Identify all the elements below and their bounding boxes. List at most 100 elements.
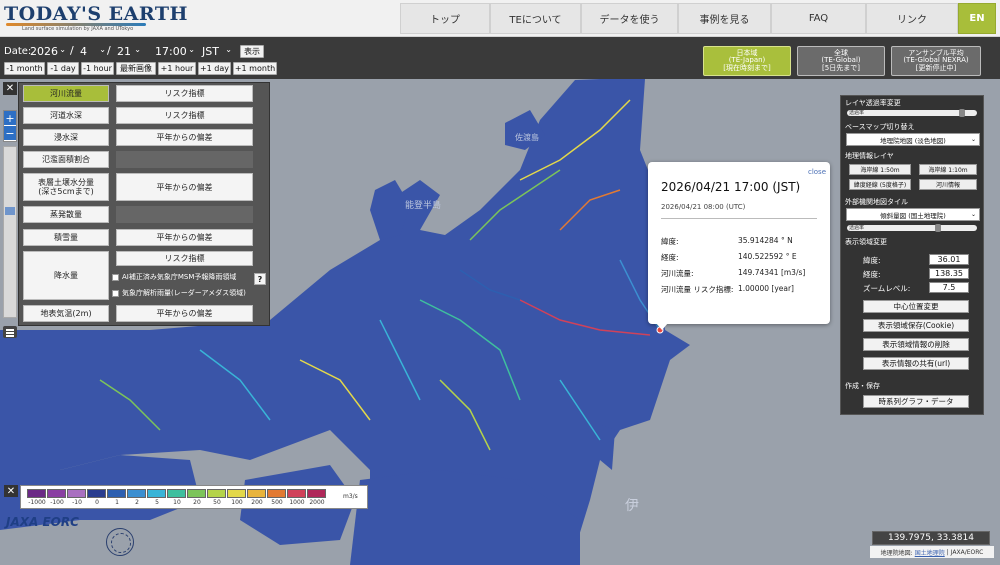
popup-lon-label: 経度: bbox=[661, 253, 679, 262]
latest-image-button[interactable]: 最新画像 bbox=[116, 62, 156, 75]
timeseries-button[interactable]: 時系列グラフ・データ bbox=[863, 395, 969, 408]
settings-panel: レイヤ透過率変更 透過率 ベースマップ切り替え 地理院地図 (淡色地図) ⌄ 地理… bbox=[840, 95, 984, 415]
date-toolbar: Date: 2026 ⌄ / 4 ⌄ / 21 ⌄ 17:00 ⌄ JST ⌄ 表示 -1… bbox=[0, 37, 1000, 79]
coastline-50m-button[interactable]: 海岸線 1:50m bbox=[849, 164, 911, 175]
legend-close-button[interactable]: ✕ bbox=[4, 485, 18, 497]
popup-flow-value: 149.74341 [m3/s] bbox=[738, 268, 806, 277]
model-te-japan-line3: [現在時刻まで] bbox=[723, 63, 771, 72]
legend-color-box bbox=[127, 489, 146, 498]
nav-about-te[interactable]: TEについて bbox=[490, 3, 581, 34]
layer-snow[interactable]: 積雪量 bbox=[23, 229, 109, 246]
ext-tile-opacity-knob[interactable] bbox=[935, 224, 941, 232]
checkbox-radar-amedas[interactable]: 気象庁解析雨量(レーダーアメダス領域) bbox=[112, 288, 246, 298]
day-select[interactable]: 21 ⌄ bbox=[114, 43, 144, 59]
month-select[interactable]: 4 ⌄ bbox=[77, 43, 109, 59]
layer-opacity-slider-label: 透過率 bbox=[849, 110, 865, 116]
layer-opacity-knob[interactable] bbox=[959, 109, 965, 117]
center-change-button[interactable]: 中心位置変更 bbox=[863, 300, 969, 313]
region-lon-input[interactable]: 138.35 bbox=[929, 268, 969, 279]
zoom-slider-thumb[interactable] bbox=[5, 207, 15, 215]
basemap-select[interactable]: 地理院地図 (淡色地図) ⌄ bbox=[846, 133, 980, 146]
layer-precipitation[interactable]: 降水量 bbox=[23, 251, 109, 300]
ext-tile-opacity-slider[interactable]: 透過率 bbox=[847, 224, 977, 232]
checkbox-msm-box[interactable] bbox=[112, 273, 119, 281]
attribution-gsi-link[interactable]: 国土地理院 bbox=[915, 548, 945, 557]
nav-use-data[interactable]: データを使う bbox=[581, 3, 678, 34]
nav-examples[interactable]: 事例を見る bbox=[678, 3, 771, 34]
nav-links[interactable]: リンク bbox=[866, 3, 958, 34]
model-te-japan-button[interactable]: 日本域 (TE-Japan) [現在時刻まで] bbox=[703, 46, 791, 76]
plus-day-button[interactable]: +1 day bbox=[198, 62, 231, 75]
layer-flood-depth[interactable]: 浸水深 bbox=[23, 129, 109, 146]
layer-river-depth[interactable]: 河道水深 bbox=[23, 107, 109, 124]
layer-surface-temp[interactable]: 地表気温(2m) bbox=[23, 305, 109, 322]
attribution-separator: | bbox=[946, 548, 949, 556]
plus-hour-button[interactable]: +1 hour bbox=[158, 62, 196, 75]
layer-river-flow[interactable]: 河川流量 bbox=[23, 85, 109, 102]
coastline-10m-button[interactable]: 海岸線 1:10m bbox=[919, 164, 977, 175]
minus-day-button[interactable]: -1 day bbox=[47, 62, 79, 75]
region-zoom-input[interactable]: 7.5 bbox=[929, 282, 969, 293]
zoom-slider[interactable] bbox=[3, 146, 17, 318]
model-nexra-button[interactable]: アンサンブル平均 (TE-Global NEXRA) [更新停止中] bbox=[891, 46, 981, 76]
cursor-coordinates: 139.7975, 33.3814 bbox=[872, 531, 990, 545]
popup-lon-value: 140.522592 ° E bbox=[738, 252, 797, 261]
layer-river-flow-risk[interactable]: リスク指標 bbox=[116, 85, 253, 102]
legend-color-box bbox=[207, 489, 226, 498]
nav-top[interactable]: トップ bbox=[400, 3, 490, 34]
layer-soil-moisture-anomaly[interactable]: 平年からの偏差 bbox=[116, 173, 253, 201]
logo-subtitle: Land surface simulation by JAXA and UTok… bbox=[22, 26, 134, 32]
checkbox-msm-forecast[interactable]: AI補正済み気象庁MSM予報降雨領域 bbox=[112, 272, 236, 282]
river-info-button[interactable]: 河川情報 bbox=[919, 179, 977, 190]
ext-tile-opacity-label: 透過率 bbox=[849, 225, 865, 231]
zoom-in-button[interactable]: + bbox=[4, 111, 16, 126]
layer-surface-temp-anomaly[interactable]: 平年からの偏差 bbox=[116, 305, 253, 322]
ext-tile-heading: 外部機関地図タイル bbox=[845, 198, 908, 206]
model-nexra-line3: [更新停止中] bbox=[915, 63, 957, 72]
zoom-out-button[interactable]: − bbox=[4, 126, 16, 141]
legend-color-box bbox=[107, 489, 126, 498]
timezone-select[interactable]: JST ⌄ bbox=[199, 43, 235, 59]
layer-empty-slot bbox=[116, 151, 253, 168]
layer-precipitation-risk[interactable]: リスク指標 bbox=[116, 251, 253, 266]
popup-close-link[interactable]: close bbox=[808, 168, 826, 176]
map-attribution: 地理院地図: 国土地理院 | JAXA/EORC bbox=[870, 546, 994, 558]
share-url-button[interactable]: 表示情報の共有(url) bbox=[863, 357, 969, 370]
ext-tile-select[interactable]: 傾斜量図 (国土地理院) ⌄ bbox=[846, 208, 980, 221]
checkbox-radar-label: 気象庁解析雨量(レーダーアメダス領域) bbox=[122, 289, 246, 297]
popup-flow-label: 河川流量: bbox=[661, 269, 694, 278]
precip-help-button[interactable]: ? bbox=[254, 273, 266, 285]
todays-earth-logo[interactable]: TODAY'S EARTH Land surface simulation by… bbox=[4, 3, 187, 34]
layer-inundation-ratio[interactable]: 氾濫面積割合 bbox=[23, 151, 109, 168]
color-legend: -1000 -100 -10 0 1 2 5 10 20 50 100 200 500 1000 2000 m… bbox=[20, 485, 368, 509]
layer-evapotranspiration[interactable]: 蒸発散量 bbox=[23, 206, 109, 223]
legend-color-box bbox=[187, 489, 206, 498]
region-lat-label: 緯度: bbox=[863, 256, 881, 265]
minus-month-button[interactable]: -1 month bbox=[4, 62, 45, 75]
minus-hour-button[interactable]: -1 hour bbox=[81, 62, 114, 75]
layer-panel-close-button[interactable]: ✕ bbox=[3, 82, 17, 95]
region-lon-label: 経度: bbox=[863, 270, 881, 279]
zoom-controls: + − bbox=[3, 110, 17, 142]
plus-month-button[interactable]: +1 month bbox=[233, 62, 277, 75]
date-sep-1: / bbox=[70, 44, 74, 57]
layer-flood-depth-anomaly[interactable]: 平年からの偏差 bbox=[116, 129, 253, 146]
model-te-global-button[interactable]: 全球 (TE-Global) [5日先まで] bbox=[797, 46, 885, 76]
menu-icon[interactable] bbox=[3, 326, 17, 338]
lang-en-button[interactable]: EN bbox=[958, 3, 996, 34]
layer-soil-moisture[interactable]: 表層土壌水分量 (深さ5cmまで) bbox=[23, 173, 109, 201]
logo-title: TODAY'S EARTH bbox=[4, 3, 188, 25]
nav-faq[interactable]: FAQ bbox=[771, 3, 866, 34]
layer-river-depth-risk[interactable]: リスク指標 bbox=[116, 107, 253, 124]
latlon-grid-button[interactable]: 緯度経線 (5度格子) bbox=[849, 179, 911, 190]
show-button[interactable]: 表示 bbox=[240, 45, 264, 58]
layer-panel: 河川流量 リスク指標 河道水深 リスク指標 浸水深 平年からの偏差 氾濫面積割合… bbox=[18, 82, 270, 326]
region-lat-input[interactable]: 36.01 bbox=[929, 254, 969, 265]
year-select[interactable]: 2026 ⌄ bbox=[27, 43, 69, 59]
layer-opacity-slider[interactable]: 透過率 bbox=[847, 109, 977, 117]
delete-region-button[interactable]: 表示領域情報の削除 bbox=[863, 338, 969, 351]
save-region-button[interactable]: 表示領域保存(Cookie) bbox=[863, 319, 969, 332]
layer-snow-anomaly[interactable]: 平年からの偏差 bbox=[116, 229, 253, 246]
checkbox-radar-box[interactable] bbox=[112, 289, 119, 297]
time-select[interactable]: 17:00 ⌄ bbox=[152, 43, 198, 59]
